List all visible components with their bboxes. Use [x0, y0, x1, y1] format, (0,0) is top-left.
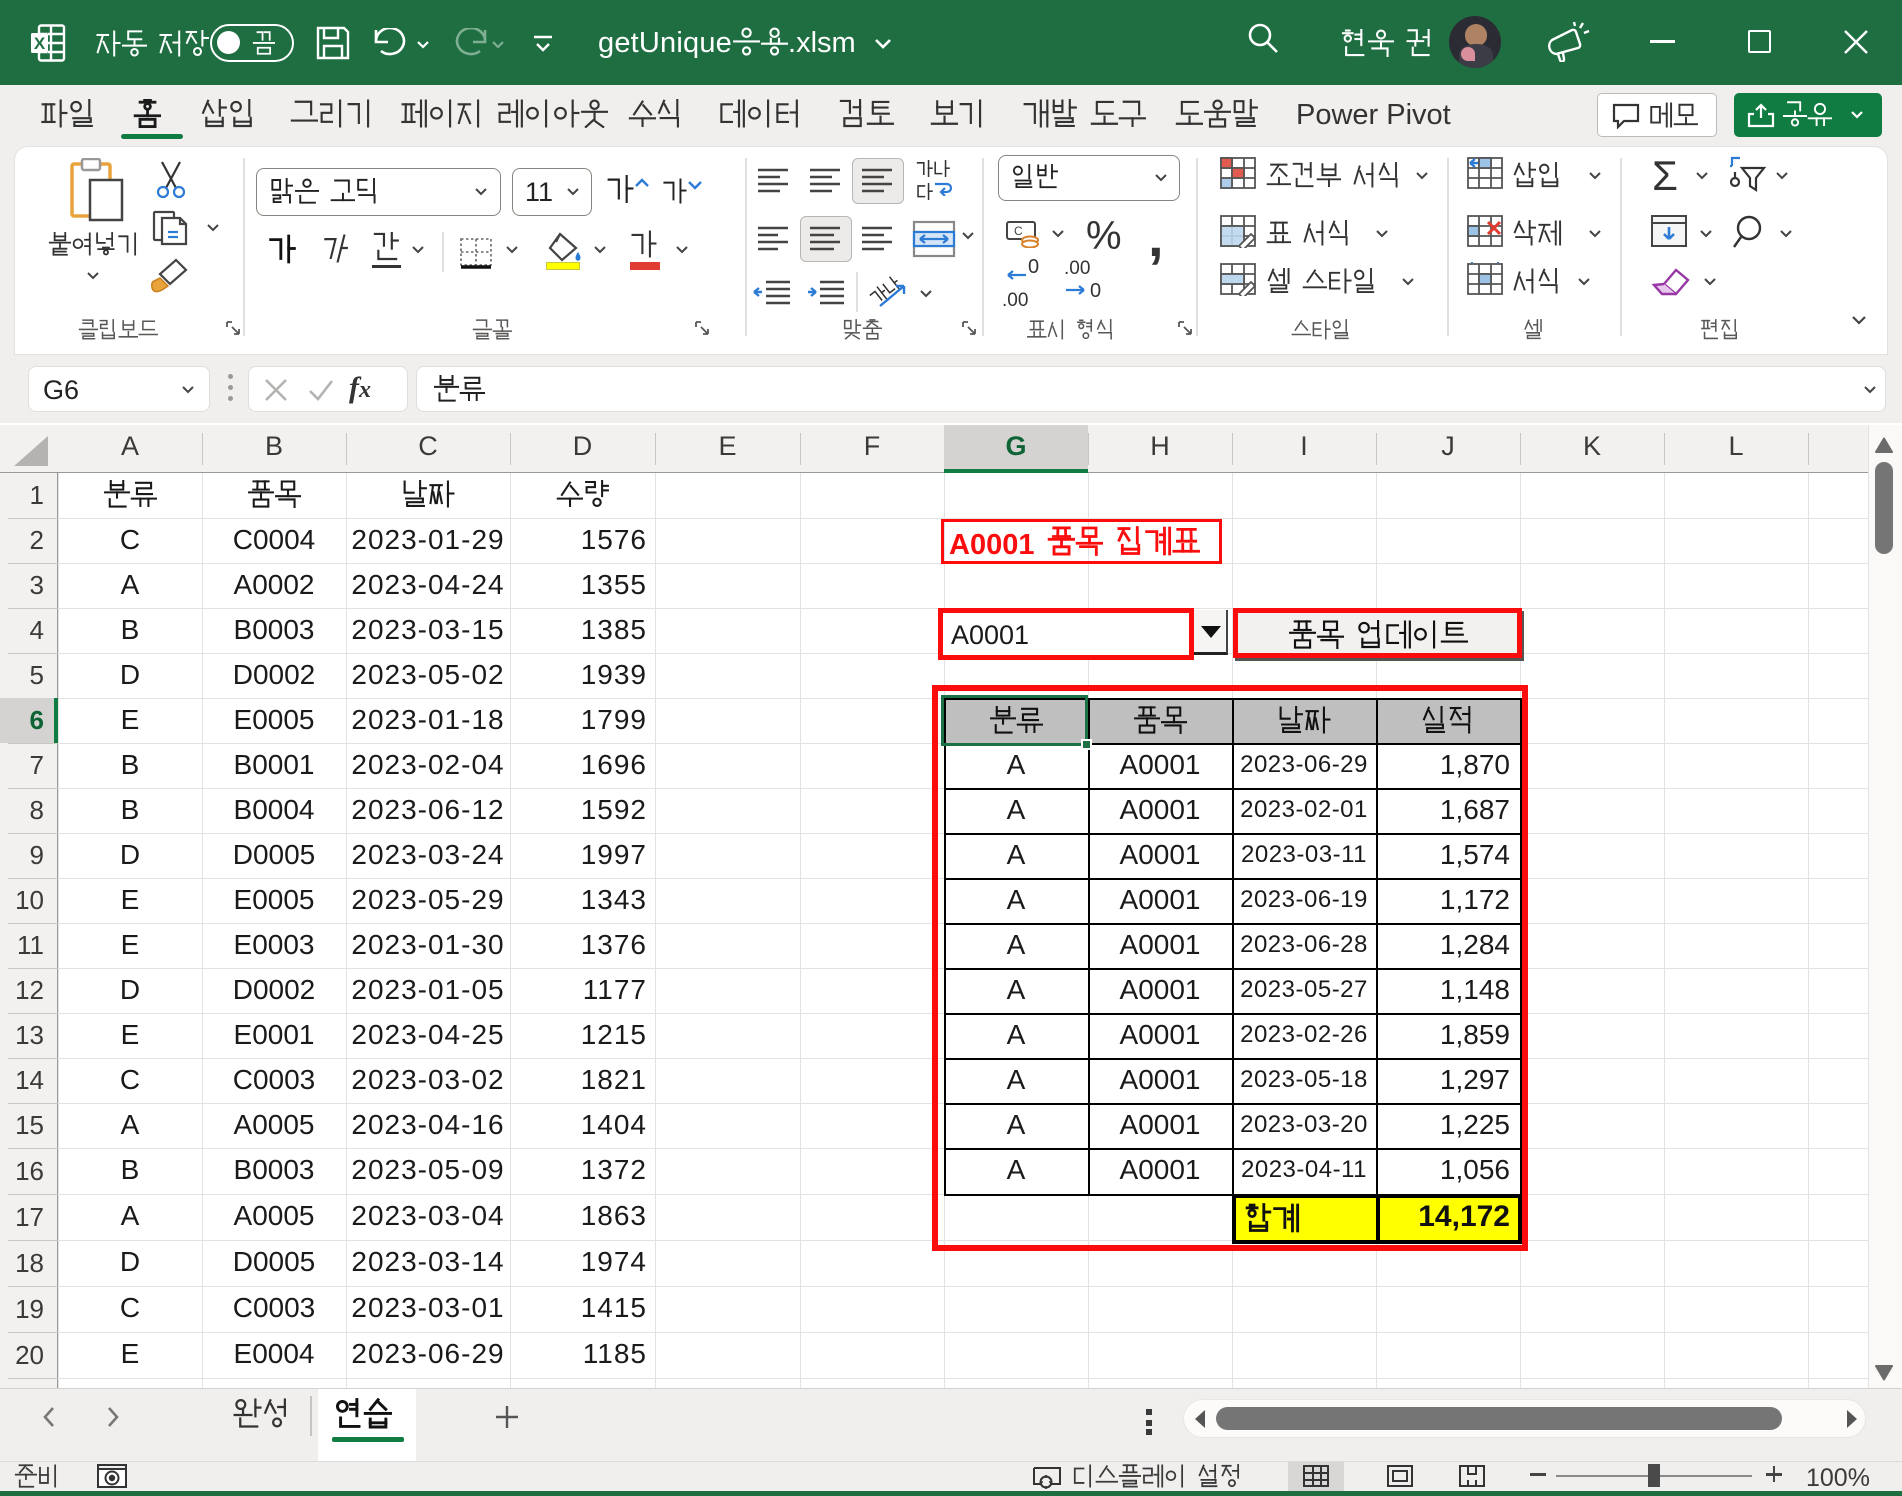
svg-text:X: X — [34, 34, 46, 53]
svg-text:C: C — [1014, 224, 1023, 238]
